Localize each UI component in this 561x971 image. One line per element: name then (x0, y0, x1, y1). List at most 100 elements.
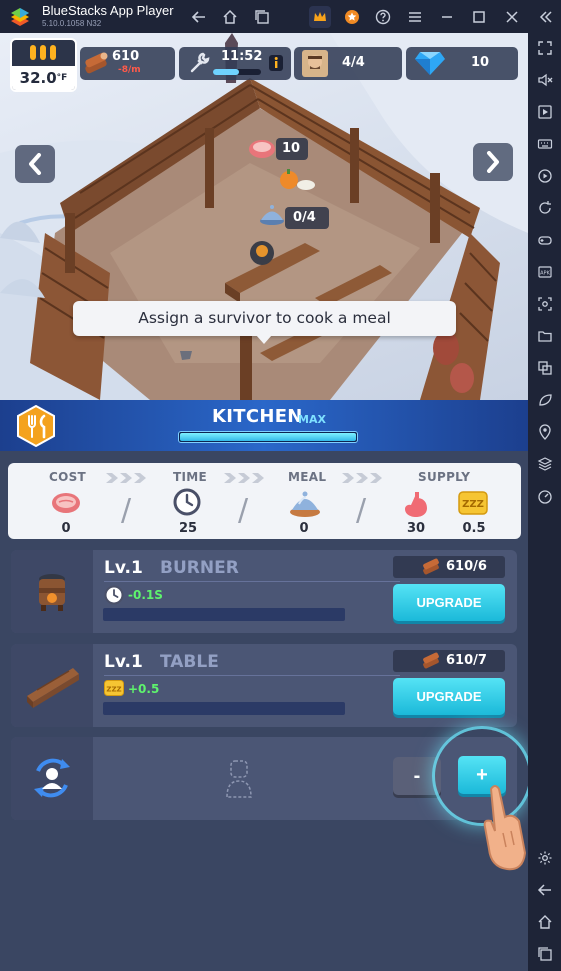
android-back-button[interactable] (535, 880, 555, 900)
rotate-button[interactable] (535, 198, 555, 218)
building-progress-fill (180, 433, 356, 441)
home-icon (223, 9, 237, 24)
stat-header-cost: COST (49, 470, 87, 484)
sleep-rest-icon: ZZZ (104, 680, 124, 696)
multi-window-button[interactable] (251, 6, 273, 28)
stat-time-value: 25 (178, 521, 198, 536)
building-title: KITCHEN (212, 406, 303, 427)
layers-icon (537, 457, 553, 471)
premium-button[interactable] (309, 6, 331, 28)
upgrade-progress-bar (103, 702, 345, 715)
speed-icon (538, 490, 552, 504)
kitchen-scene[interactable]: 32.0°F 610 -8/m 11:52 4/4 10 10 0/4 Assi… (0, 33, 528, 400)
screen-record-icon (538, 105, 552, 119)
macro-button[interactable] (535, 166, 555, 186)
eco-mode-button[interactable] (535, 390, 555, 410)
meal-cloche-icon (290, 491, 320, 517)
eco-mode-icon (539, 394, 552, 406)
gamepad-button[interactable] (535, 230, 555, 250)
screenshot-icon (538, 297, 552, 311)
survivor-count: 4/4 (342, 55, 365, 70)
android-recents-icon (538, 947, 552, 961)
stat-separator: / (238, 493, 249, 528)
help-button[interactable] (372, 6, 394, 28)
location-icon (539, 424, 551, 440)
clock-icon (104, 585, 124, 605)
svg-text:ZZZ: ZZZ (106, 686, 121, 694)
upgrade-progress-bar (103, 608, 345, 621)
empty-worker-slot-icon (226, 760, 252, 798)
table-thumbnail (11, 644, 93, 727)
keyboard-button[interactable] (535, 134, 555, 154)
production-stats-card: COST TIME MEAL SUPPLY ZZZ / / / 0 25 0 3… (8, 463, 521, 539)
maximize-button[interactable] (468, 6, 490, 28)
volume-icon (538, 73, 553, 87)
chevron-right-icon (487, 151, 499, 173)
multi-instance-icon (538, 361, 552, 375)
meat-stock-label: 10 (276, 138, 308, 160)
day-progress-bar (213, 69, 261, 75)
menu-button[interactable] (404, 6, 426, 28)
settings-button[interactable] (535, 848, 555, 868)
star-badge-icon (345, 10, 359, 24)
temperature-widget[interactable]: 32.0°F (10, 38, 77, 92)
gamepad-icon (538, 236, 552, 245)
close-button[interactable] (501, 6, 523, 28)
app-name: BlueStacks App Player (42, 3, 174, 18)
cook-hint-tooltip: Assign a survivor to cook a meal (73, 301, 456, 336)
game-viewport: 32.0°F 610 -8/m 11:52 4/4 10 10 0/4 Assi… (0, 33, 528, 971)
macro-icon (538, 169, 552, 183)
building-level-tag: MAX (298, 413, 326, 426)
rewards-button[interactable] (341, 6, 363, 28)
stat-supply-food-value: 30 (406, 521, 426, 536)
home-button[interactable] (219, 6, 241, 28)
building-header: KITCHEN MAX (0, 400, 528, 451)
fire-level-icon (30, 45, 56, 60)
multi-instance-button[interactable] (535, 358, 555, 378)
screenshot-button[interactable] (535, 294, 555, 314)
folder-button[interactable] (535, 326, 555, 346)
help-icon (375, 9, 391, 25)
stomach-food-icon (405, 492, 427, 517)
meal-slots-count: 0/4 (293, 210, 316, 225)
gems-pill[interactable]: 10 (406, 47, 518, 80)
layers-button[interactable] (535, 454, 555, 474)
gem-count: 10 (471, 55, 490, 70)
android-recents-button[interactable] (535, 944, 555, 964)
minimize-icon (442, 16, 452, 18)
back-icon (191, 11, 205, 23)
wrench-icon (190, 52, 210, 73)
wood-resource-pill[interactable]: 610 -8/m (80, 47, 175, 80)
collapse-sidebar-icon (539, 11, 552, 23)
day-clock-pill[interactable]: 11:52 (179, 47, 291, 80)
tooltip-tail (256, 335, 272, 344)
burner-stove-icon (39, 574, 65, 611)
temperature-unit: °F (56, 73, 68, 83)
emulator-sidebar: APK (528, 33, 561, 971)
volume-button[interactable] (535, 70, 555, 90)
collapse-sidebar-button[interactable] (534, 6, 556, 28)
survivors-pill[interactable]: 4/4 (294, 47, 402, 80)
upgrade-table-button[interactable]: UPGRADE (393, 678, 505, 715)
close-icon (506, 11, 518, 23)
fullscreen-button[interactable] (535, 38, 555, 58)
stat-header-supply: SUPPLY (418, 470, 471, 484)
location-button[interactable] (535, 422, 555, 442)
stat-header-meal: MEAL (288, 470, 327, 484)
previous-building-button[interactable] (15, 145, 55, 183)
temperature-value: 32.0°F (12, 66, 75, 90)
install-apk-button[interactable]: APK (535, 262, 555, 282)
stat-meal-value: 0 (299, 521, 309, 536)
speed-button[interactable] (535, 486, 555, 506)
android-home-button[interactable] (535, 912, 555, 932)
next-building-button[interactable] (473, 143, 513, 181)
wood-rate: -8/m (118, 65, 141, 75)
upgrade-cost-chip: 610/7 (393, 650, 505, 672)
upgrade-cost-chip: 610/6 (393, 556, 505, 578)
upgrade-name: BURNER (160, 558, 239, 578)
screen-record-button[interactable] (535, 102, 555, 122)
stat-cost-value: 0 (61, 521, 71, 536)
minimize-button[interactable] (436, 6, 458, 28)
back-button[interactable] (188, 6, 210, 28)
upgrade-burner-button[interactable]: UPGRADE (393, 584, 505, 621)
